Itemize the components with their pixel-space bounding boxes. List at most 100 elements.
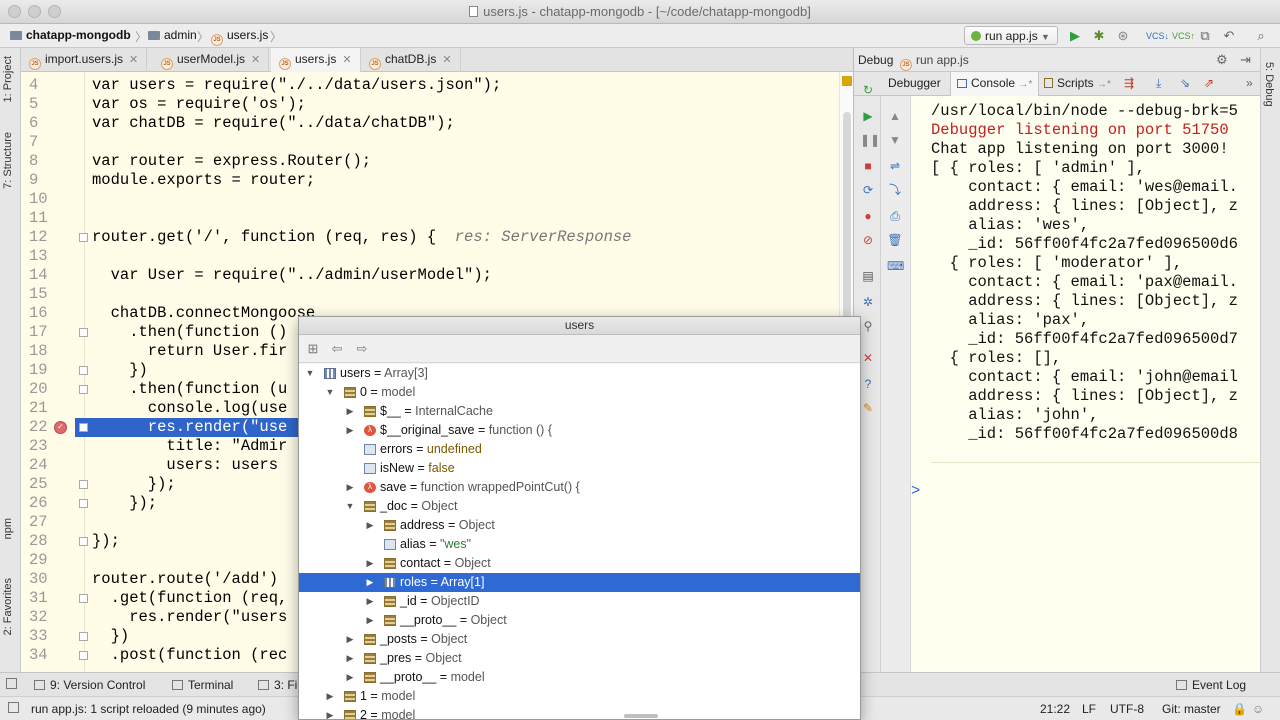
forward-icon[interactable]: ⇨ — [353, 340, 371, 358]
status-toggle-icon[interactable] — [8, 702, 19, 713]
clear-all-icon[interactable]: 🗑 — [887, 232, 903, 248]
run-configuration-select[interactable]: run app.js ▼ — [964, 26, 1058, 45]
collapse-arrow-icon[interactable]: ▼ — [325, 383, 335, 402]
breadcrumb-file[interactable]: JS users.js — [211, 28, 268, 46]
lock-icon[interactable]: 🔒 — [1232, 702, 1247, 716]
expand-arrow-icon[interactable]: ▶ — [345, 402, 355, 421]
fold-marker-icon[interactable] — [79, 366, 88, 375]
more-icon[interactable]: » — [1246, 76, 1253, 90]
view-breakpoints-icon[interactable]: ● — [860, 208, 876, 224]
settings-icon[interactable]: ✲ — [860, 294, 876, 310]
terminal-tool-button[interactable]: Terminal — [172, 678, 233, 692]
tab-import-users-js[interactable]: JS import.users.js ✕ — [21, 48, 148, 72]
scroll-to-end-icon[interactable]: ⤵ — [887, 182, 903, 198]
expand-arrow-icon[interactable]: ▶ — [345, 668, 355, 687]
tree-node[interactable]: ▶ 1 = model — [299, 687, 860, 706]
code-line[interactable]: 4 var users = require("./../data/users.js… — [21, 76, 831, 95]
rerun-icon[interactable]: ↻ — [860, 82, 876, 98]
version-control-tool-button[interactable]: 9: Version Control — [34, 678, 145, 692]
find-tool-button[interactable]: 3: Fi — [258, 678, 297, 692]
debug-tool-tab[interactable]: 5: Debug — [1263, 62, 1275, 107]
coverage-icon[interactable]: ⊛ — [1114, 27, 1132, 45]
vcs-commit-icon[interactable]: VCS↑ — [1172, 27, 1195, 45]
code-line[interactable]: 15 — [21, 285, 831, 304]
code-line[interactable]: 8 var router = express.Router(); — [21, 152, 831, 171]
structure-tool-tab[interactable]: 7: Structure — [2, 132, 14, 189]
print-icon[interactable]: ⎙ — [887, 208, 903, 224]
tool-windows-toggle-icon[interactable] — [6, 678, 17, 689]
close-icon[interactable]: ✕ — [860, 350, 876, 366]
expand-arrow-icon[interactable]: ▶ — [345, 630, 355, 649]
collapse-arrow-icon[interactable]: ▼ — [305, 364, 315, 383]
expand-arrow-icon[interactable]: ▶ — [345, 421, 355, 440]
tree-node[interactable]: ▼ _doc = Object — [299, 497, 860, 516]
tree-node[interactable]: ▶ roles = Array[1] — [299, 573, 860, 592]
debug-icon[interactable]: ✱ — [1090, 27, 1108, 45]
console-output[interactable]: /usr/local/bin/node --debug-brk=5 Debugge… — [911, 96, 1260, 672]
inspector-icon[interactable]: ☺ — [1252, 702, 1264, 716]
fold-marker-icon[interactable] — [79, 233, 88, 242]
code-line[interactable]: 13 — [21, 247, 831, 266]
tree-scrollbar[interactable] — [624, 714, 658, 718]
fold-marker-icon[interactable] — [79, 385, 88, 394]
show-execution-point-icon[interactable]: ⇶ — [1124, 76, 1134, 90]
search-everywhere-icon[interactable]: ⌕ — [1252, 27, 1270, 45]
navigate-to-source-icon[interactable]: ⊞ — [304, 340, 322, 358]
tree-node[interactable]: ▼ 0 = model — [299, 383, 860, 402]
code-line[interactable]: 7 — [21, 133, 831, 152]
expand-arrow-icon[interactable]: ▶ — [365, 592, 375, 611]
tab-console[interactable]: Console →* — [950, 72, 1040, 96]
scroll-up-icon[interactable]: ▲ — [887, 108, 903, 124]
run-icon[interactable]: ▶ — [1066, 27, 1084, 45]
breadcrumb-project[interactable]: chatapp-mongodb — [10, 28, 131, 42]
expand-arrow-icon[interactable]: ▶ — [365, 611, 375, 630]
expand-arrow-icon[interactable]: ▶ — [325, 687, 335, 706]
tree-node[interactable]: ▶ __proto__ = Object — [299, 611, 860, 630]
step-out-icon[interactable]: ⇗ — [1204, 76, 1214, 90]
back-icon[interactable]: ⇦ — [328, 340, 346, 358]
tab-chatdb-js[interactable]: JS chatDB.js ✕ — [361, 48, 461, 72]
expand-arrow-icon[interactable]: ▶ — [325, 706, 335, 719]
step-into-icon[interactable]: ⇘ — [1180, 76, 1190, 90]
pause-icon[interactable]: ❚❚ — [860, 132, 880, 148]
code-line[interactable]: 12 router.get('/', function (req, res) { … — [21, 228, 831, 247]
close-tab-icon[interactable]: ✕ — [442, 54, 451, 66]
line-separator[interactable]: LF — [1082, 702, 1096, 716]
tab-users-js[interactable]: JS users.js ✕ — [271, 48, 361, 72]
tree-node[interactable]: ▶ _id = ObjectID — [299, 592, 860, 611]
fold-marker-icon[interactable] — [79, 651, 88, 660]
fold-marker-icon[interactable] — [79, 537, 88, 546]
scrollbar-thumb[interactable] — [843, 112, 851, 332]
edit-icon[interactable]: ✎ — [860, 400, 876, 416]
help-icon[interactable]: ? — [860, 376, 876, 392]
variable-inspector-popup[interactable]: users ⊞ ⇦ ⇨ ▼ users = Array[3] ▼ 0 = model ▶… — [298, 316, 861, 720]
tab-usermodel-js[interactable]: JS userModel.js ✕ — [153, 48, 270, 72]
revert-icon[interactable]: ↶ — [1220, 27, 1238, 45]
fold-marker-icon[interactable] — [79, 328, 88, 337]
collapse-arrow-icon[interactable]: ▼ — [345, 497, 355, 516]
vcs-update-icon[interactable]: VCS↓ — [1146, 27, 1169, 45]
close-tab-icon[interactable]: ✕ — [342, 54, 351, 66]
tree-node[interactable]: ▶ __proto__ = model — [299, 668, 860, 687]
expand-arrow-icon[interactable]: ▶ — [365, 554, 375, 573]
project-tool-tab[interactable]: 1: Project — [2, 56, 14, 102]
fold-marker-icon[interactable] — [79, 594, 88, 603]
tree-node[interactable]: ▶ address = Object — [299, 516, 860, 535]
tree-node[interactable]: ▼ users = Array[3] — [299, 364, 860, 383]
code-line[interactable]: 11 — [21, 209, 831, 228]
expand-arrow-icon[interactable]: ▶ — [365, 516, 375, 535]
mute-breakpoints-icon[interactable]: ⊘ — [860, 232, 876, 248]
event-log-tool-button[interactable]: Event Log — [1176, 678, 1246, 692]
vcs-compare-icon[interactable]: ⧉ — [1196, 27, 1214, 45]
tree-node[interactable]: ▶ λ $__original_save = function () { — [299, 421, 860, 440]
code-line[interactable]: 5 var os = require('os'); — [21, 95, 831, 114]
gear-icon[interactable]: ⚙ — [1216, 52, 1228, 68]
tree-node[interactable]: alias = "wes" — [299, 535, 860, 554]
fold-marker-icon[interactable] — [79, 632, 88, 641]
vcs-branch[interactable]: Git: master — [1162, 702, 1221, 716]
tree-node[interactable]: ▶ 2 = model — [299, 706, 860, 719]
close-tab-icon[interactable]: ✕ — [129, 54, 138, 66]
encoding[interactable]: UTF-8 — [1110, 702, 1144, 716]
tab-scripts[interactable]: Scripts →* — [1044, 76, 1111, 90]
console-input-icon[interactable]: ⌨ — [887, 258, 904, 274]
